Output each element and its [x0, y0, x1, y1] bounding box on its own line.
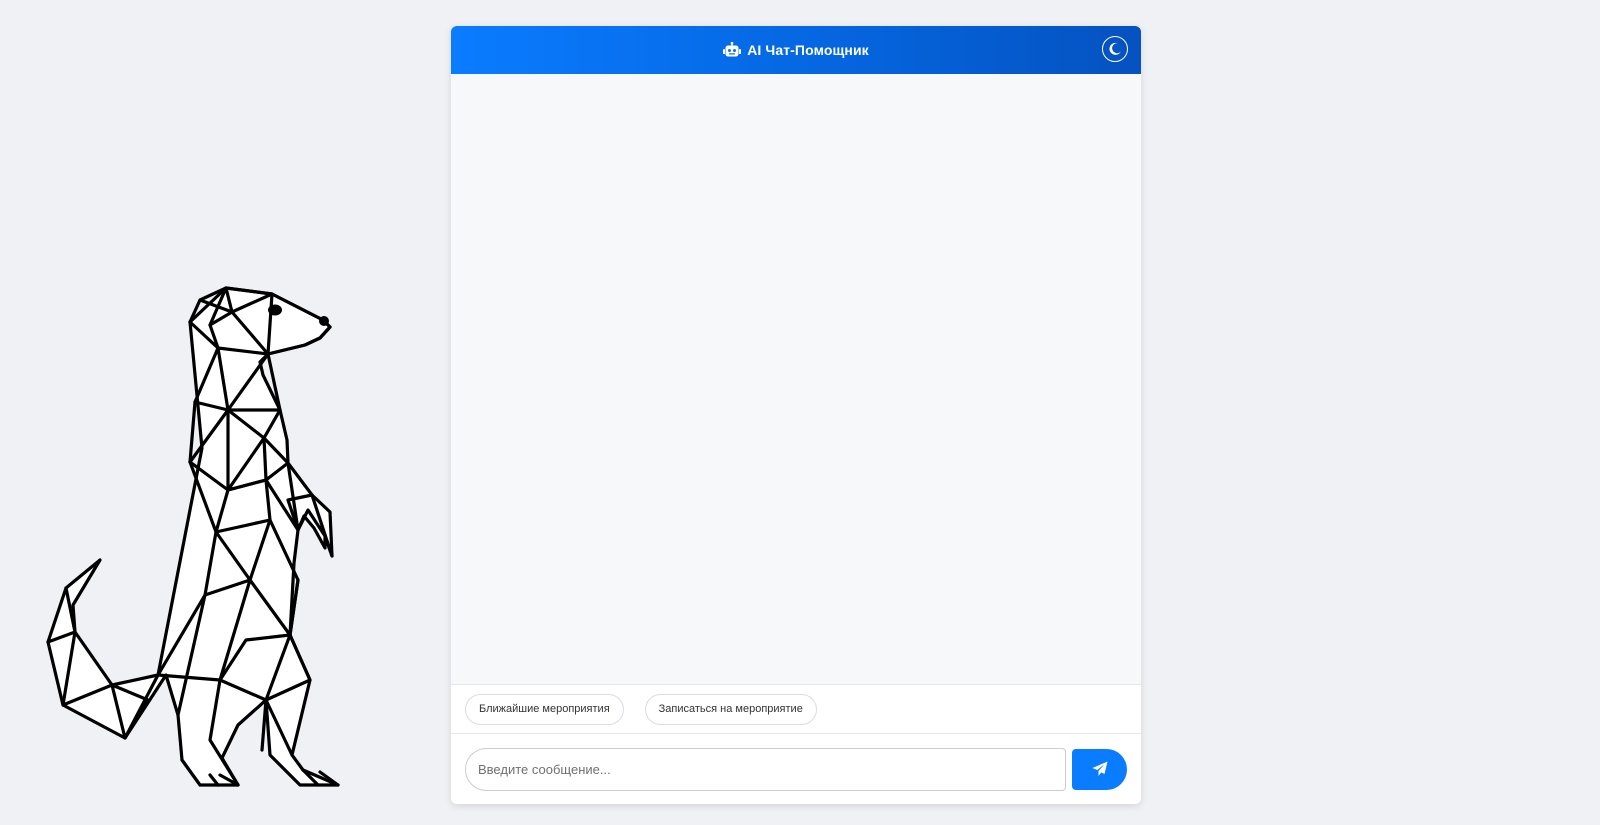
send-button[interactable]	[1072, 748, 1127, 790]
chat-header: AI Чат-Помощник	[451, 26, 1141, 74]
message-input[interactable]	[465, 747, 1067, 791]
header-title-group: AI Чат-Помощник	[723, 42, 869, 58]
quick-reply-upcoming-events[interactable]: Ближайшие мероприятия	[465, 693, 624, 725]
messages-area[interactable]	[451, 74, 1141, 685]
quick-reply-register-event[interactable]: Записаться на мероприятие	[644, 693, 817, 725]
moon-icon	[1109, 42, 1121, 55]
message-input-row	[451, 734, 1141, 804]
quick-replies-bar: Ближайшие мероприятия Записаться на меро…	[451, 685, 1141, 734]
meerkat-illustration	[46, 286, 340, 787]
chat-title: AI Чат-Помощник	[747, 42, 869, 58]
chat-window: AI Чат-Помощник Ближайшие мероприятия За…	[451, 26, 1141, 804]
theme-toggle-button[interactable]	[1102, 36, 1128, 62]
paper-plane-icon	[1092, 761, 1108, 776]
meerkat-nose	[319, 316, 329, 326]
robot-icon	[723, 42, 742, 57]
meerkat-eye	[268, 304, 282, 316]
